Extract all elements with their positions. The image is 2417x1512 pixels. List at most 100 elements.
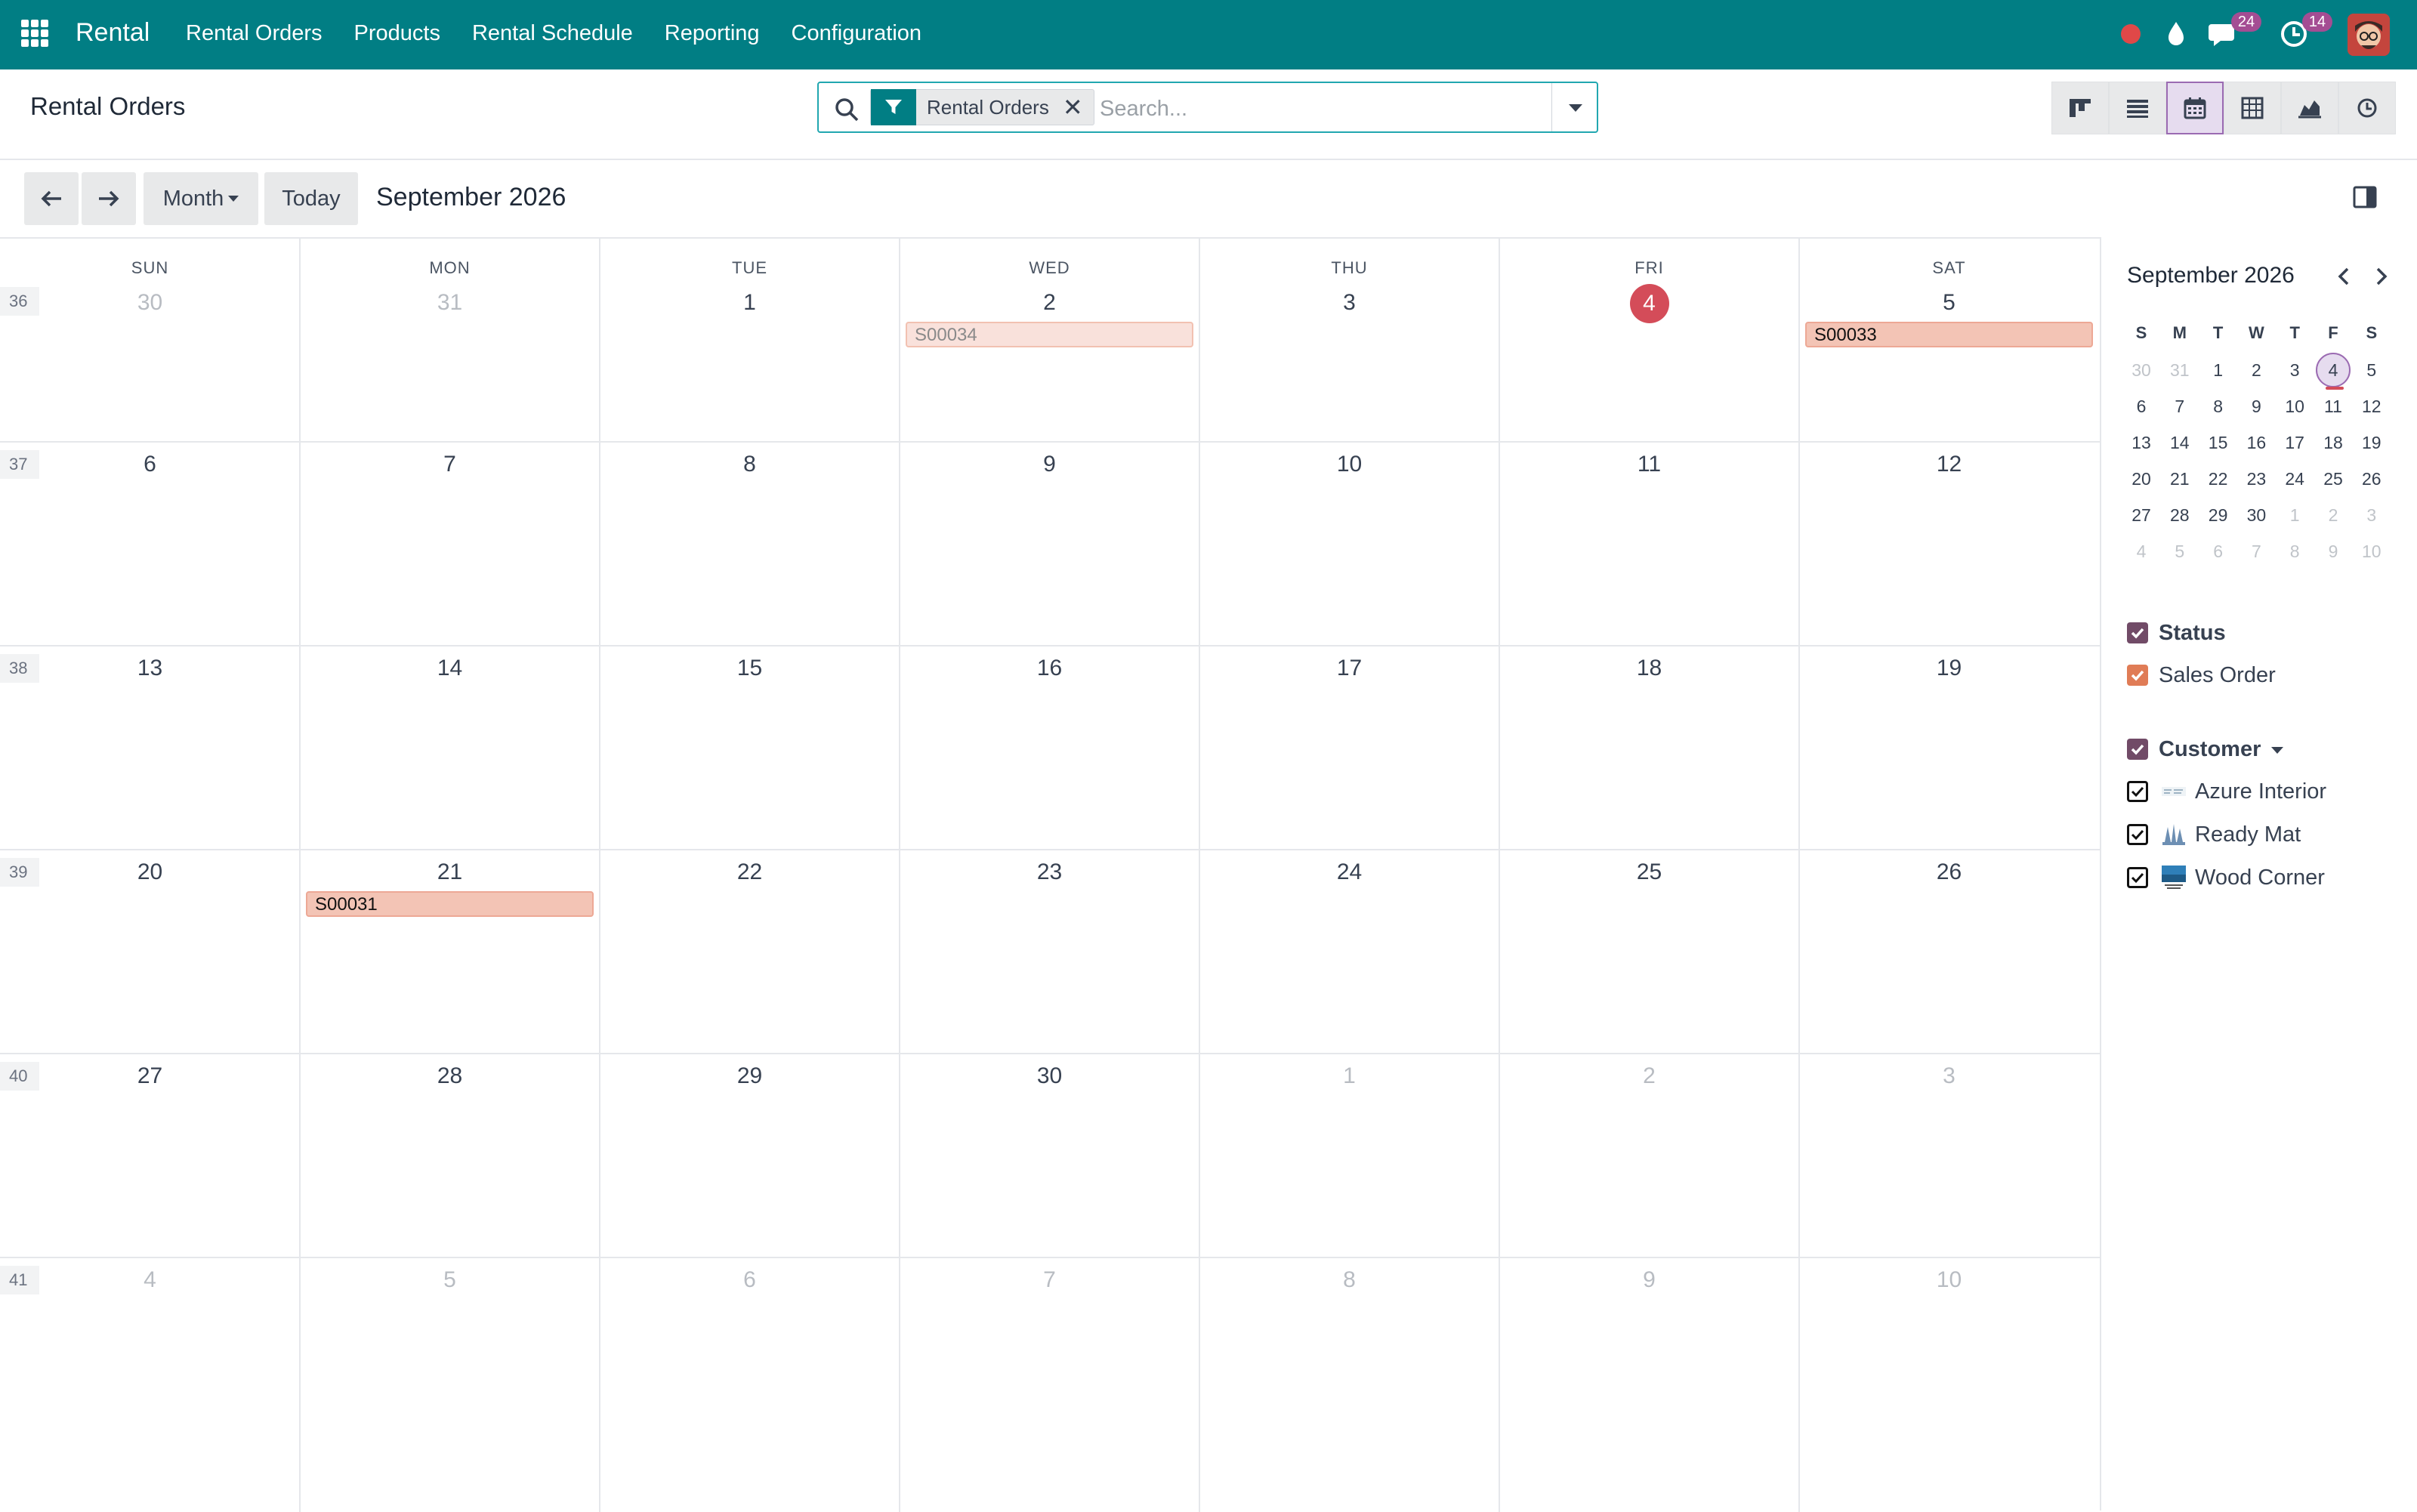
menu-configuration[interactable]: Configuration <box>792 21 922 46</box>
day-number[interactable]: 15 <box>600 656 900 681</box>
mini-calendar-day[interactable]: 6 <box>2122 391 2160 421</box>
mini-calendar-day[interactable]: 29 <box>2199 500 2237 530</box>
day-number[interactable]: 6 <box>600 1267 900 1293</box>
day-number[interactable]: 5 <box>300 1267 600 1293</box>
day-number[interactable]: 10 <box>1199 452 1499 477</box>
next-button[interactable] <box>82 172 136 225</box>
mini-calendar-day[interactable]: 8 <box>2276 536 2314 566</box>
mini-calendar-day[interactable]: 1 <box>2276 500 2314 530</box>
mini-calendar-day[interactable]: 5 <box>2353 355 2391 385</box>
day-number[interactable]: 3 <box>1199 290 1499 316</box>
customer-azure-interior-checkbox[interactable] <box>2127 781 2148 802</box>
status-section-checkbox[interactable] <box>2127 622 2148 643</box>
menu-reporting[interactable]: Reporting <box>665 21 760 46</box>
day-number[interactable]: 18 <box>1499 656 1799 681</box>
mini-calendar-day[interactable]: 23 <box>2237 464 2275 494</box>
mini-calendar-day[interactable]: 11 <box>2314 391 2352 421</box>
search-icon[interactable] <box>834 97 860 122</box>
day-number[interactable]: 17 <box>1199 656 1499 681</box>
mini-calendar-day[interactable]: 25 <box>2314 464 2352 494</box>
mini-calendar-day[interactable]: 6 <box>2199 536 2237 566</box>
mini-calendar-day[interactable]: 30 <box>2237 500 2275 530</box>
mini-calendar-day[interactable]: 21 <box>2161 464 2199 494</box>
mini-calendar-day[interactable]: 18 <box>2314 427 2352 458</box>
previous-button[interactable] <box>24 172 79 225</box>
mini-calendar-day[interactable]: 26 <box>2353 464 2391 494</box>
mini-calendar-day[interactable]: 9 <box>2237 391 2275 421</box>
list-view-button[interactable] <box>2109 82 2166 134</box>
calendar-event[interactable]: S00031 <box>306 891 594 917</box>
day-number[interactable]: 2 <box>900 290 1199 316</box>
mini-calendar-day[interactable]: 28 <box>2161 500 2199 530</box>
day-number[interactable]: 1 <box>1199 1063 1499 1089</box>
day-number[interactable]: 11 <box>1499 452 1799 477</box>
mini-calendar-day[interactable]: 10 <box>2276 391 2314 421</box>
day-number[interactable]: 19 <box>1799 656 2099 681</box>
day-number[interactable]: 8 <box>1199 1267 1499 1293</box>
today-day-badge[interactable]: 4 <box>1629 284 1669 323</box>
customer-section-checkbox[interactable] <box>2127 739 2148 760</box>
mini-calendar-day[interactable]: 19 <box>2353 427 2391 458</box>
mini-calendar-day[interactable]: 7 <box>2237 536 2275 566</box>
mini-calendar-day[interactable]: 7 <box>2161 391 2199 421</box>
mini-calendar-day[interactable]: 14 <box>2161 427 2199 458</box>
mini-calendar-day[interactable]: 5 <box>2161 536 2199 566</box>
mini-calendar-day[interactable]: 24 <box>2276 464 2314 494</box>
mini-calendar-day[interactable]: 30 <box>2122 355 2160 385</box>
day-number[interactable]: 10 <box>1799 1267 2099 1293</box>
mini-calendar-day[interactable]: 17 <box>2276 427 2314 458</box>
customer-ready-mat-checkbox[interactable] <box>2127 824 2148 845</box>
day-number[interactable]: 4 <box>0 1267 300 1293</box>
mini-calendar-day[interactable]: 2 <box>2237 355 2275 385</box>
today-button[interactable]: Today <box>264 172 358 225</box>
day-number[interactable]: 27 <box>0 1063 300 1089</box>
app-brand[interactable]: Rental <box>76 18 150 48</box>
status-sales-order-checkbox[interactable] <box>2127 665 2148 686</box>
menu-rental-orders[interactable]: Rental Orders <box>186 21 323 46</box>
mini-calendar-day[interactable]: 10 <box>2353 536 2391 566</box>
mini-calendar-day[interactable]: 15 <box>2199 427 2237 458</box>
day-number[interactable]: 9 <box>1499 1267 1799 1293</box>
mini-calendar-day[interactable]: 9 <box>2314 536 2352 566</box>
side-panel-toggle-icon[interactable] <box>2352 184 2378 210</box>
day-number[interactable]: 4 <box>1499 284 1799 323</box>
drop-icon[interactable] <box>2163 20 2189 47</box>
search-options-toggle[interactable] <box>1551 83 1597 131</box>
menu-rental-schedule[interactable]: Rental Schedule <box>472 21 633 46</box>
day-number[interactable]: 9 <box>900 452 1199 477</box>
mini-calendar-day[interactable]: 2 <box>2314 500 2352 530</box>
apps-grid-icon[interactable] <box>21 20 48 47</box>
pivot-view-button[interactable] <box>2224 82 2281 134</box>
day-number[interactable]: 16 <box>900 656 1199 681</box>
day-number[interactable]: 12 <box>1799 452 2099 477</box>
day-number[interactable]: 28 <box>300 1063 600 1089</box>
day-number[interactable]: 6 <box>0 452 300 477</box>
activity-view-button[interactable] <box>2338 82 2396 134</box>
day-number[interactable]: 31 <box>300 290 600 316</box>
mini-calendar-day[interactable]: 20 <box>2122 464 2160 494</box>
day-number[interactable]: 29 <box>600 1063 900 1089</box>
day-number[interactable]: 22 <box>600 859 900 885</box>
day-number[interactable]: 14 <box>300 656 600 681</box>
mini-calendar-day[interactable]: 13 <box>2122 427 2160 458</box>
mini-calendar-day[interactable]: 16 <box>2237 427 2275 458</box>
day-number[interactable]: 26 <box>1799 859 2099 885</box>
kanban-view-button[interactable] <box>2051 82 2109 134</box>
calendar-event[interactable]: S00034 <box>906 322 1193 347</box>
mini-calendar-day[interactable]: 22 <box>2199 464 2237 494</box>
scale-dropdown[interactable]: Month <box>144 172 258 225</box>
customer-wood-corner-checkbox[interactable] <box>2127 867 2148 888</box>
mini-calendar-day[interactable]: 3 <box>2276 355 2314 385</box>
day-number[interactable]: 21 <box>300 859 600 885</box>
day-number[interactable]: 5 <box>1799 290 2099 316</box>
mini-prev-icon[interactable] <box>2329 261 2360 292</box>
mini-next-icon[interactable] <box>2366 261 2396 292</box>
day-number[interactable]: 2 <box>1499 1063 1799 1089</box>
user-avatar[interactable] <box>2348 14 2390 56</box>
day-number[interactable]: 3 <box>1799 1063 2099 1089</box>
mini-calendar-day[interactable]: 12 <box>2353 391 2391 421</box>
day-number[interactable]: 23 <box>900 859 1199 885</box>
day-number[interactable]: 24 <box>1199 859 1499 885</box>
mini-today-marker[interactable]: 4 <box>2316 353 2351 390</box>
menu-products[interactable]: Products <box>354 21 440 46</box>
